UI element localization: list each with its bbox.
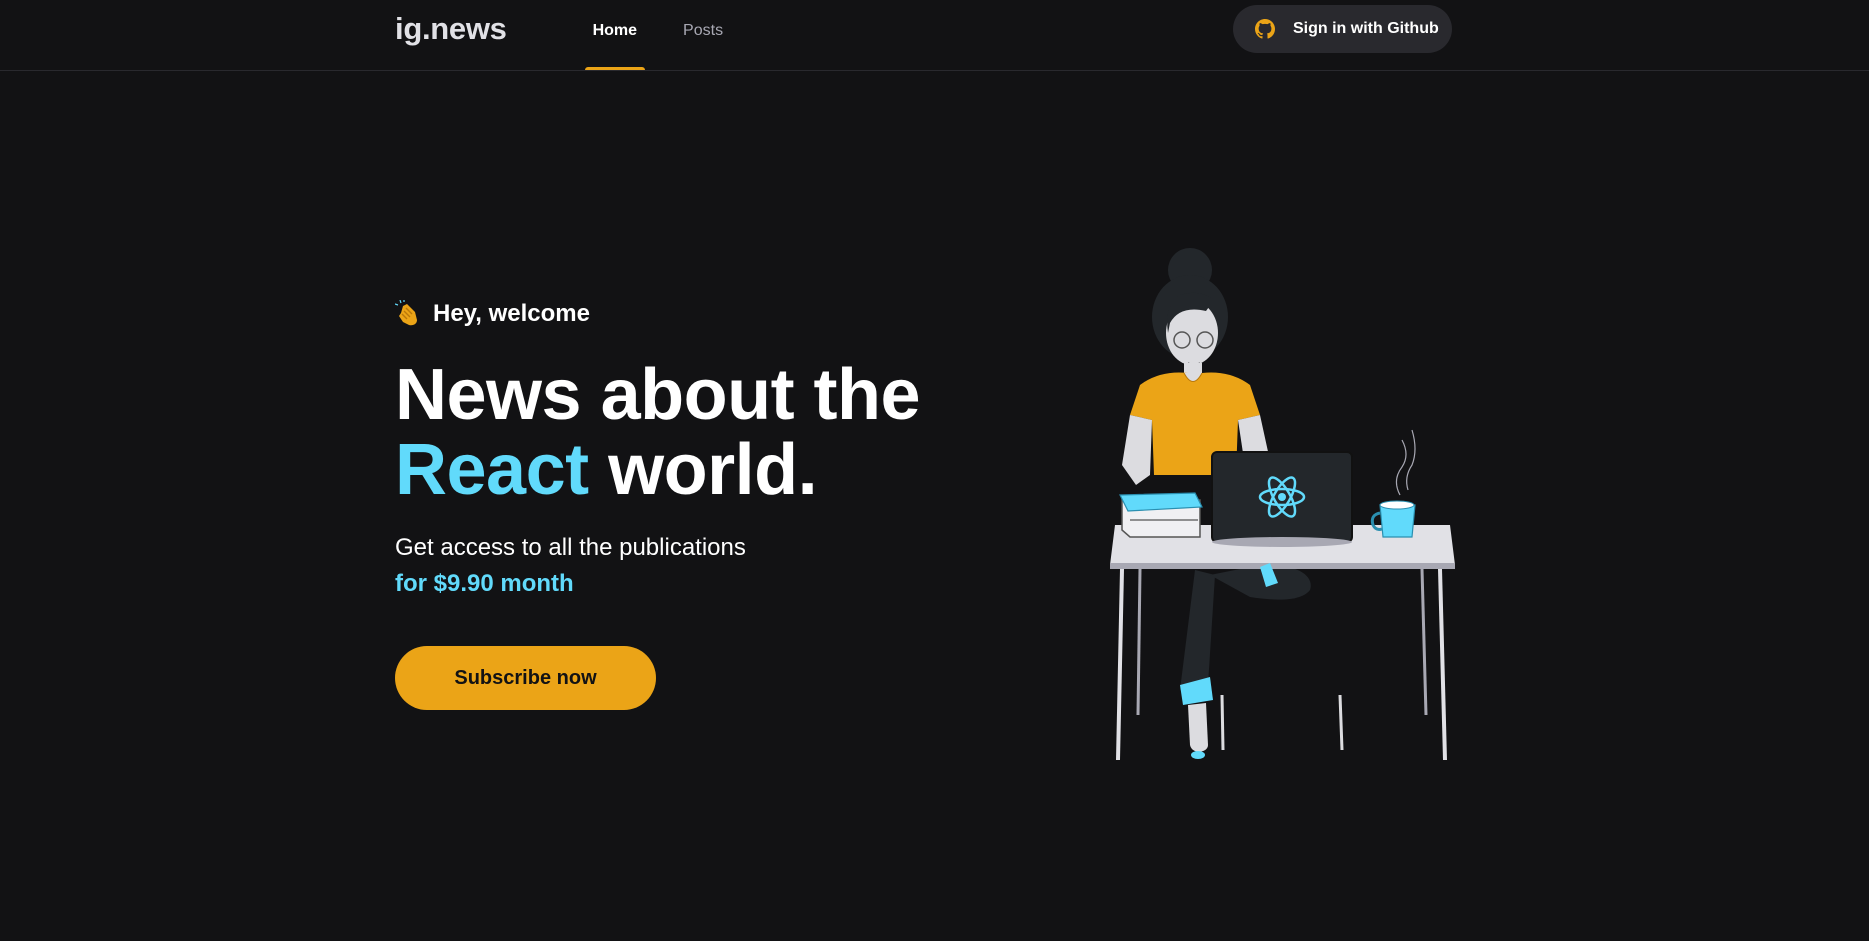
github-icon <box>1255 19 1275 39</box>
main-nav: Home Posts <box>584 0 761 70</box>
sign-in-label: Sign in with Github <box>1293 20 1439 37</box>
hero-section: Hey, welcome News about the React world.… <box>395 300 955 710</box>
subheadline-text: Get access to all the publications <box>395 534 746 561</box>
hero-illustration <box>1110 245 1460 775</box>
subheadline: Get access to all the publications for $… <box>395 530 955 602</box>
headline-line-2-rest: world. <box>588 430 818 510</box>
welcome-line: Hey, welcome <box>395 300 955 328</box>
headline: News about the React world. <box>395 358 955 508</box>
logo[interactable]: ig.news <box>395 11 507 47</box>
subscribe-button[interactable]: Subscribe now <box>395 646 656 710</box>
header: ig.news Home Posts Sign in with Github <box>0 0 1869 71</box>
headline-line-1: News about the <box>395 355 921 435</box>
nav-link-home[interactable]: Home <box>584 0 646 70</box>
headline-accent: React <box>395 430 589 510</box>
welcome-text: Hey, welcome <box>433 300 590 327</box>
nav-link-posts[interactable]: Posts <box>675 0 731 70</box>
clapping-hands-icon <box>395 300 423 328</box>
woman-with-laptop-illustration <box>1110 248 1455 761</box>
header-content: ig.news Home Posts Sign in with Github <box>395 0 1452 70</box>
sign-in-github-button[interactable]: Sign in with Github <box>1233 5 1452 53</box>
price-text: for $9.90 month <box>395 570 574 597</box>
